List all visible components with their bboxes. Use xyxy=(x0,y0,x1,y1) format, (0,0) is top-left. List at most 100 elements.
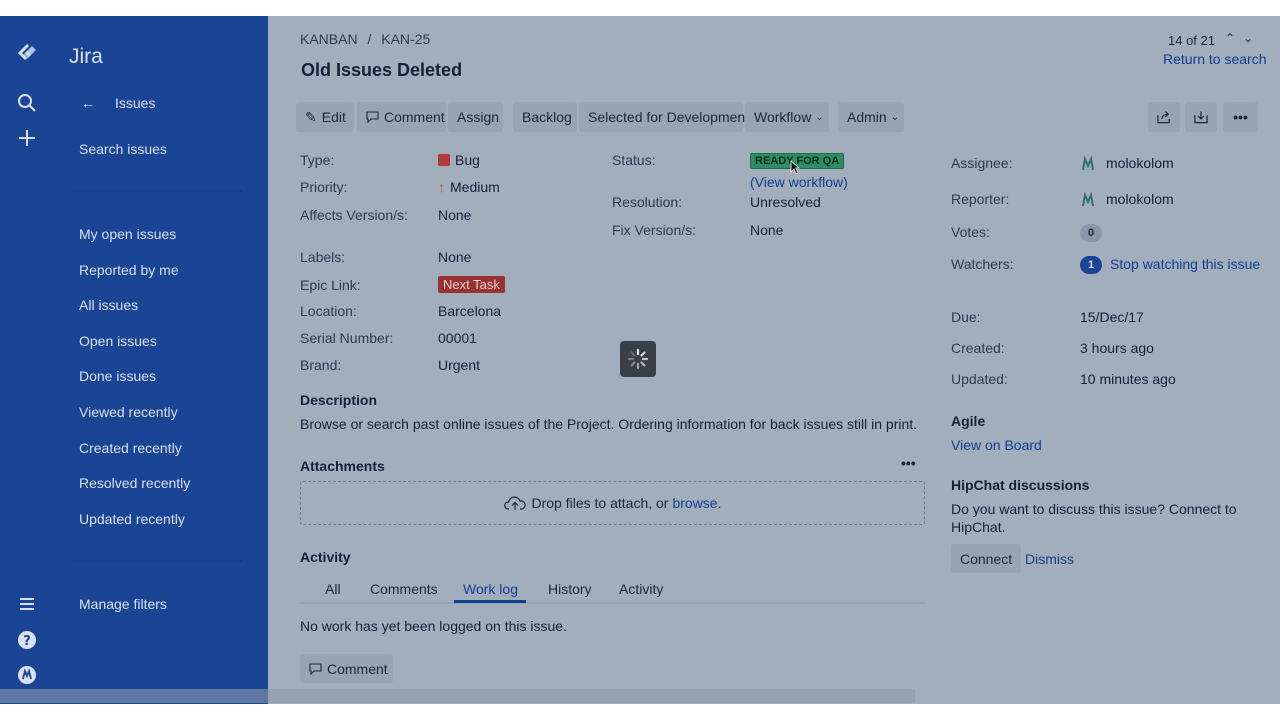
breadcrumb: KANBAN / KAN-25 xyxy=(300,31,430,47)
view-workflow-link[interactable]: (View workflow) xyxy=(750,174,848,190)
filter-open-issues[interactable]: Open issues xyxy=(79,333,157,349)
previous-issue-icon[interactable]: ⌃ xyxy=(1225,31,1235,45)
assignee-avatar-icon xyxy=(1080,156,1096,172)
hipchat-connect-button[interactable]: Connect xyxy=(951,544,1022,573)
back-to-issues[interactable]: Issues xyxy=(115,95,155,111)
filter-my-open-issues[interactable]: My open issues xyxy=(79,226,176,242)
active-tab-indicator xyxy=(454,600,526,603)
type-label: Type: xyxy=(300,152,335,168)
location-label: Location: xyxy=(300,303,357,319)
created-value: 3 hours ago xyxy=(1080,340,1154,356)
assign-button[interactable]: Assign xyxy=(448,102,503,132)
filter-updated-recently[interactable]: Updated recently xyxy=(79,511,185,527)
browser-status-bar xyxy=(0,689,915,703)
export-icon[interactable] xyxy=(1185,102,1217,132)
due-value: 15/Dec/17 xyxy=(1080,309,1144,325)
tab-all[interactable]: All xyxy=(325,581,341,597)
updated-value: 10 minutes ago xyxy=(1080,371,1176,387)
backlog-button[interactable]: Backlog xyxy=(513,102,577,132)
resolution-label: Resolution: xyxy=(612,194,683,210)
workflow-dropdown[interactable]: Workflow ⌄ xyxy=(745,102,829,132)
activity-heading: Activity xyxy=(300,549,351,565)
reporter-avatar-icon xyxy=(1080,192,1096,208)
description-heading: Description xyxy=(300,392,378,408)
assignee-value[interactable]: molokolom xyxy=(1080,155,1174,172)
app-frame: ? Jira ← Issues Search issues My open is… xyxy=(0,16,1280,704)
help-icon[interactable]: ? xyxy=(14,627,40,653)
admin-dropdown[interactable]: Admin ⌄ xyxy=(838,102,904,132)
votes-label: Votes: xyxy=(951,224,990,240)
return-to-search-link[interactable]: Return to search xyxy=(1163,51,1267,67)
svg-text:?: ? xyxy=(23,634,31,649)
tabs-underline xyxy=(300,602,925,604)
search-issues-link[interactable]: Search issues xyxy=(79,141,167,157)
description-text[interactable]: Browse or search past online issues of t… xyxy=(300,416,917,432)
labels-label: Labels: xyxy=(300,249,346,265)
watchers-count-badge[interactable]: 1 xyxy=(1080,255,1102,274)
back-arrow-icon[interactable]: ← xyxy=(81,95,95,111)
breadcrumb-issue-key[interactable]: KAN-25 xyxy=(381,31,430,47)
filter-viewed-recently[interactable]: Viewed recently xyxy=(79,404,178,420)
selected-for-development-button[interactable]: Selected for Development xyxy=(579,102,749,132)
attachments-more-icon[interactable]: ••• xyxy=(901,455,916,471)
priority-arrow-up-icon: ↑ xyxy=(438,179,445,195)
issue-title: Old Issues Deleted xyxy=(301,60,463,80)
app-name: Jira xyxy=(69,45,103,68)
created-label: Created: xyxy=(951,340,1005,356)
view-on-board-link[interactable]: View on Board xyxy=(951,437,1042,453)
assignee-label: Assignee: xyxy=(951,155,1013,171)
next-issue-icon[interactable]: ⌄ xyxy=(1243,31,1253,45)
hipchat-text-line2: HipChat. xyxy=(951,519,1006,535)
breadcrumb-project[interactable]: KANBAN xyxy=(300,31,358,47)
filter-resolved-recently[interactable]: Resolved recently xyxy=(79,475,190,491)
filter-done-issues[interactable]: Done issues xyxy=(79,368,156,384)
bug-icon xyxy=(438,154,450,166)
reporter-value[interactable]: molokolom xyxy=(1080,191,1174,208)
type-value: Bug xyxy=(438,152,480,168)
browse-link[interactable]: browse. xyxy=(672,495,721,511)
chevron-down-icon: ⌄ xyxy=(815,111,824,123)
hipchat-text-line1: Do you want to discuss this issue? Conne… xyxy=(951,501,1237,517)
edit-button[interactable]: ✎ Edit xyxy=(296,102,354,132)
stop-watching-link[interactable]: Stop watching this issue xyxy=(1110,256,1260,272)
more-actions-icon[interactable]: ••• xyxy=(1223,102,1258,132)
filter-created-recently[interactable]: Created recently xyxy=(79,440,182,456)
tab-comments[interactable]: Comments xyxy=(370,581,438,597)
tab-history[interactable]: History xyxy=(548,581,592,597)
manage-filters-link[interactable]: Manage filters xyxy=(79,596,167,612)
comment-button[interactable]: Comment xyxy=(357,102,446,132)
share-icon[interactable] xyxy=(1148,102,1180,132)
menu-icon[interactable] xyxy=(14,591,40,617)
user-avatar-icon[interactable] xyxy=(14,662,40,688)
filter-reported-by-me[interactable]: Reported by me xyxy=(79,262,179,278)
speech-bubble-icon xyxy=(309,662,322,675)
priority-label: Priority: xyxy=(300,179,348,195)
tab-activity[interactable]: Activity xyxy=(619,581,663,597)
location-value: Barcelona xyxy=(438,303,502,319)
hipchat-heading: HipChat discussions xyxy=(951,477,1090,493)
breadcrumb-separator: / xyxy=(367,31,372,47)
sidebar-divider xyxy=(72,190,242,192)
project-sidebar: Jira ← Issues Search issues My open issu… xyxy=(54,16,268,704)
votes-count-badge[interactable]: 0 xyxy=(1080,223,1102,242)
tab-work-log[interactable]: Work log xyxy=(463,581,518,597)
brand-label: Brand: xyxy=(300,357,342,373)
attachment-dropzone[interactable]: Drop files to attach, or browse. xyxy=(300,481,925,525)
issue-pager: 14 of 21 xyxy=(1168,33,1215,48)
search-icon[interactable] xyxy=(14,90,40,116)
attachments-heading: Attachments xyxy=(300,458,385,474)
affects-version-label: Affects Version/s: xyxy=(300,207,408,223)
serial-number-value: 00001 xyxy=(438,330,477,346)
pencil-icon: ✎ xyxy=(305,108,317,125)
add-comment-button[interactable]: Comment xyxy=(300,654,393,683)
epic-link-label: Epic Link: xyxy=(300,277,361,293)
filter-all-issues[interactable]: All issues xyxy=(79,297,138,313)
chevron-down-icon: ⌄ xyxy=(890,111,900,123)
jira-logo-icon[interactable] xyxy=(14,40,40,66)
create-plus-icon[interactable] xyxy=(14,125,40,151)
reporter-label: Reporter: xyxy=(951,191,1010,207)
epic-link-badge[interactable]: Next Task xyxy=(438,276,505,294)
hipchat-dismiss-link[interactable]: Dismiss xyxy=(1025,551,1074,567)
global-sidebar: ? xyxy=(0,16,54,704)
updated-label: Updated: xyxy=(951,371,1008,387)
